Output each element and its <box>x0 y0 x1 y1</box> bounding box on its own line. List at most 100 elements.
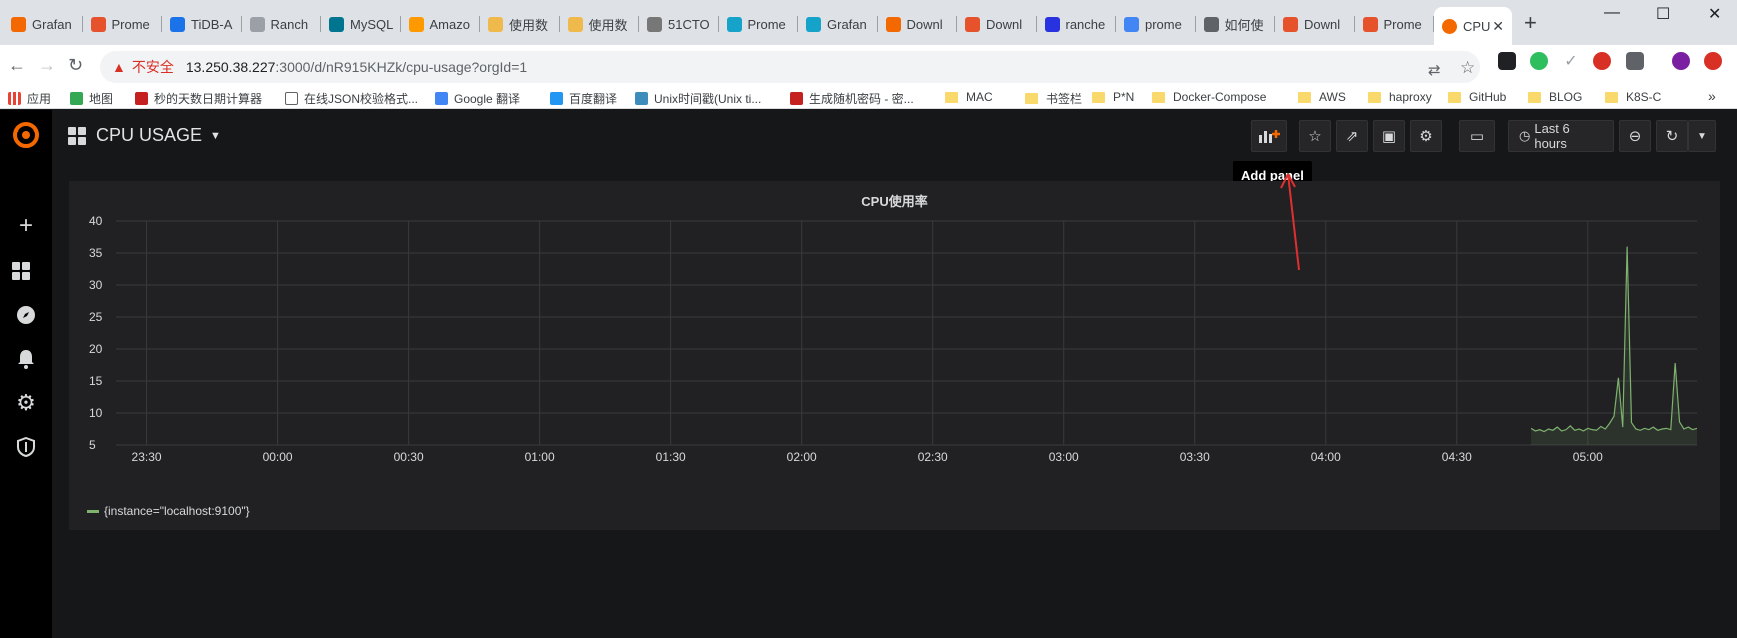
bookmark-item[interactable]: 生成随机密码 - 密... <box>790 90 914 107</box>
bookmark-folder[interactable]: 书签栏 <box>1025 90 1082 107</box>
refresh-button[interactable]: ↻ <box>1656 120 1688 152</box>
configuration-gear-icon[interactable]: ⚙ <box>11 388 41 418</box>
folder-icon <box>945 91 958 103</box>
extension-refresh-icon[interactable] <box>1593 52 1611 70</box>
browser-tab[interactable]: Grafan <box>798 8 878 40</box>
alerting-bell-icon[interactable] <box>11 344 41 374</box>
save-dashboard-button[interactable]: ▣ <box>1373 120 1405 152</box>
translate-icon[interactable]: ⇄ <box>1428 61 1441 79</box>
browser-tab[interactable]: Downl <box>878 8 957 40</box>
insecure-label[interactable]: 不安全 <box>132 57 174 77</box>
more-bookmarks-button[interactable]: » <box>1708 88 1716 104</box>
explore-compass-icon[interactable] <box>11 300 41 330</box>
reload-icon[interactable]: ↻ <box>68 55 83 76</box>
x-tick-label: 00:30 <box>394 450 424 464</box>
bookmark-item[interactable]: 应用 <box>8 90 51 107</box>
bookmark-favicon-icon <box>70 92 83 105</box>
bookmark-label: 应用 <box>27 92 52 106</box>
check-icon[interactable]: ✓ <box>1562 52 1580 70</box>
extension-red-icon[interactable] <box>1704 52 1722 70</box>
browser-tab[interactable]: 如何使 <box>1196 8 1275 40</box>
close-tab-icon[interactable]: ✕ <box>1492 18 1504 35</box>
forward-arrow-icon[interactable]: → <box>38 55 56 76</box>
x-tick-label: 01:30 <box>656 450 686 464</box>
bookmark-folder[interactable]: Docker-Compose <box>1152 90 1266 104</box>
time-picker-button[interactable]: ◷ Last 6 hours <box>1508 120 1614 152</box>
browser-tab[interactable]: Downl <box>1275 8 1355 40</box>
bookmark-item[interactable]: 百度翻译 <box>550 90 617 107</box>
window-close-button[interactable]: ✕ <box>1708 4 1721 24</box>
browser-tab[interactable]: MySQL <box>321 8 401 40</box>
browser-tab[interactable]: Prome <box>1355 8 1434 40</box>
address-bar[interactable]: ▲ 不安全 13.250.38.227:3000/d/nR915KHZk/cpu… <box>100 51 1480 83</box>
bookmark-label: Unix时间戳(Unix ti... <box>654 92 762 106</box>
bookmark-folder[interactable]: BLOG <box>1528 90 1582 104</box>
tab-label: 51CTO <box>668 16 710 32</box>
share-dashboard-button[interactable]: ⇗ <box>1336 120 1368 152</box>
browser-tab[interactable]: ranche <box>1037 8 1116 40</box>
bookmark-item[interactable]: 秒的天数日期计算器 <box>135 90 262 107</box>
url-host: 13.250.38.227 <box>185 59 276 75</box>
bookmark-item[interactable]: 在线JSON校验格式... <box>285 90 418 107</box>
apps-grid-icon <box>8 92 21 105</box>
browser-tab[interactable]: Amazo <box>401 8 480 40</box>
bookmark-favicon-icon <box>435 92 448 105</box>
extension-ghost-icon[interactable] <box>1498 52 1516 70</box>
evernote-icon[interactable] <box>1530 52 1548 70</box>
dashboard-grid-icon <box>68 126 86 145</box>
y-tick-label: 35 <box>89 246 103 260</box>
add-panel-button[interactable] <box>1251 120 1287 152</box>
dashboards-grid-icon[interactable] <box>11 256 41 286</box>
x-tick-label: 03:30 <box>1180 450 1210 464</box>
tab-favicon-icon <box>1203 16 1219 32</box>
bookmark-folder[interactable]: MAC <box>945 90 993 104</box>
star-icon[interactable]: ☆ <box>1460 58 1475 78</box>
browser-tab[interactable]: 51CTO <box>639 8 719 40</box>
tab-favicon-icon <box>726 16 742 32</box>
bookmark-folder[interactable]: AWS <box>1298 90 1346 104</box>
star-dashboard-button[interactable]: ☆ <box>1299 120 1331 152</box>
dashboard-settings-button[interactable]: ⚙ <box>1410 120 1442 152</box>
y-tick-label: 5 <box>89 438 96 452</box>
grafana-logo-icon[interactable] <box>11 120 41 150</box>
profile-avatar[interactable] <box>1672 52 1690 70</box>
browser-tab[interactable]: prome <box>1116 8 1196 40</box>
bookmark-folder[interactable]: haproxy <box>1368 90 1432 104</box>
dashboard-picker[interactable]: CPU USAGE ▼ <box>68 125 221 146</box>
window-minimize-button[interactable]: — <box>1604 4 1620 22</box>
bookmark-label: P*N <box>1113 90 1135 104</box>
server-admin-shield-icon[interactable] <box>11 432 41 462</box>
chart-legend[interactable]: {instance="localhost:9100"} <box>87 504 250 518</box>
browser-tab[interactable]: 使用数 <box>480 8 560 40</box>
back-arrow-icon[interactable]: ← <box>8 55 26 76</box>
browser-tab-active[interactable]: CPU ✕ <box>1434 7 1512 45</box>
browser-tab[interactable]: 使用数 <box>560 8 639 40</box>
bookmark-label: 书签栏 <box>1046 92 1083 106</box>
browser-tab[interactable]: Prome <box>719 8 798 40</box>
bookmark-item[interactable]: Google 翻译 <box>435 90 520 107</box>
graph-panel[interactable]: CPU使用率 5 10 15 20 25 30 35 40 23:30 00:00 00:30 01:… <box>69 181 1720 530</box>
browser-tab[interactable]: Ranch <box>242 8 321 40</box>
bookmark-folder[interactable]: K8S-C <box>1605 90 1661 104</box>
bookmark-item[interactable]: 地图 <box>70 90 113 107</box>
browser-tab[interactable]: Downl <box>957 8 1037 40</box>
browser-tab[interactable]: Prome <box>83 8 162 40</box>
folder-icon <box>1092 91 1105 103</box>
new-tab-button[interactable]: + <box>1524 10 1537 36</box>
window-maximize-button[interactable]: ☐ <box>1656 4 1670 24</box>
refresh-interval-dropdown[interactable]: ▼ <box>1688 120 1716 152</box>
bookmark-item[interactable]: Unix时间戳(Unix ti... <box>635 90 761 107</box>
browser-tab[interactable]: TiDB-A <box>162 8 242 40</box>
bookmark-folder[interactable]: GitHub <box>1448 90 1506 104</box>
create-plus-icon[interactable]: + <box>11 211 41 241</box>
zoom-out-button[interactable]: ⊖ <box>1619 120 1651 152</box>
x-tick-label: 05:00 <box>1573 450 1603 464</box>
tv-mode-button[interactable]: ▭ <box>1459 120 1495 152</box>
bookmark-folder[interactable]: P*N <box>1092 90 1134 104</box>
bookmark-label: Google 翻译 <box>454 92 521 106</box>
extension-shield-icon[interactable] <box>1626 52 1644 70</box>
browser-tab[interactable]: Grafan <box>3 8 83 40</box>
x-tick-label: 03:00 <box>1049 450 1079 464</box>
bookmarks-bar: 应用 地图 秒的天数日期计算器 在线JSON校验格式... Google 翻译 百度翻译 U… <box>0 88 1737 109</box>
time-range-label: Last 6 hours <box>1534 121 1570 151</box>
